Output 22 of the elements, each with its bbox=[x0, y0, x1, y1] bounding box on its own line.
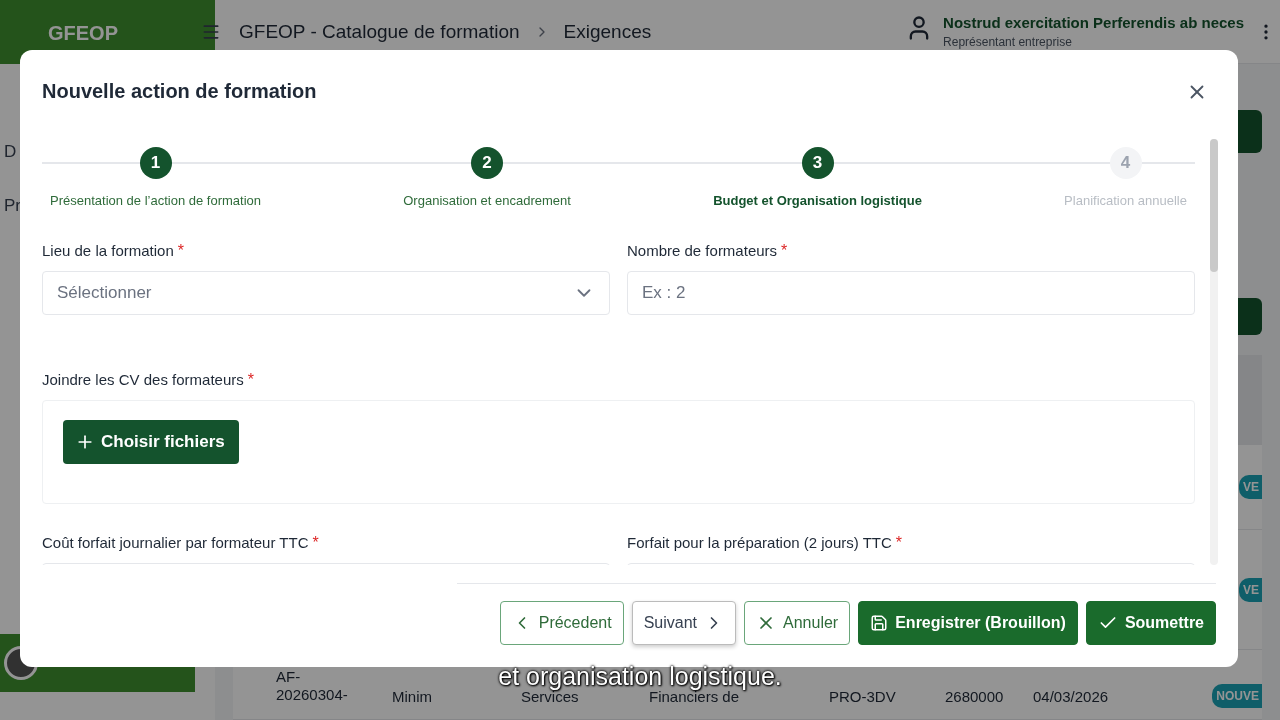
table-cell-text: 2680000 bbox=[945, 688, 1005, 706]
status-badge: VE bbox=[1239, 475, 1262, 499]
required-mark: * bbox=[312, 534, 319, 552]
field-label: Coût forfait journalier par formateur TTC bbox=[42, 534, 309, 551]
modal-title: Nouvelle action de formation bbox=[42, 80, 317, 103]
field-label: Joindre les CV des formateurs bbox=[42, 371, 244, 388]
video-caption: et organisation logistique. bbox=[498, 663, 782, 689]
table-cell-text: AF- 20260304- bbox=[276, 668, 349, 704]
table-cell-text: Minim bbox=[392, 688, 433, 706]
table-cell-text: 04/03/2026 bbox=[1033, 688, 1110, 706]
user-role: Représentant entreprise bbox=[943, 35, 1073, 49]
status-badge: VE bbox=[1239, 577, 1262, 602]
status-badge: NOUVE bbox=[1212, 684, 1262, 708]
user-name: Nostrud exercitation Perferendis ab neces bbox=[943, 14, 1244, 31]
table-cell-text: PRO-3DV bbox=[829, 688, 897, 706]
field-label: Lieu de la formation bbox=[42, 242, 174, 259]
required-mark: * bbox=[177, 242, 184, 260]
field-label: Nombre de formateurs bbox=[627, 242, 778, 259]
required-mark: * bbox=[895, 534, 903, 552]
field-label: Forfait pour la préparation (2 jours) TTC bbox=[627, 534, 892, 551]
required-mark: * bbox=[247, 371, 254, 389]
required-mark: * bbox=[781, 242, 788, 260]
